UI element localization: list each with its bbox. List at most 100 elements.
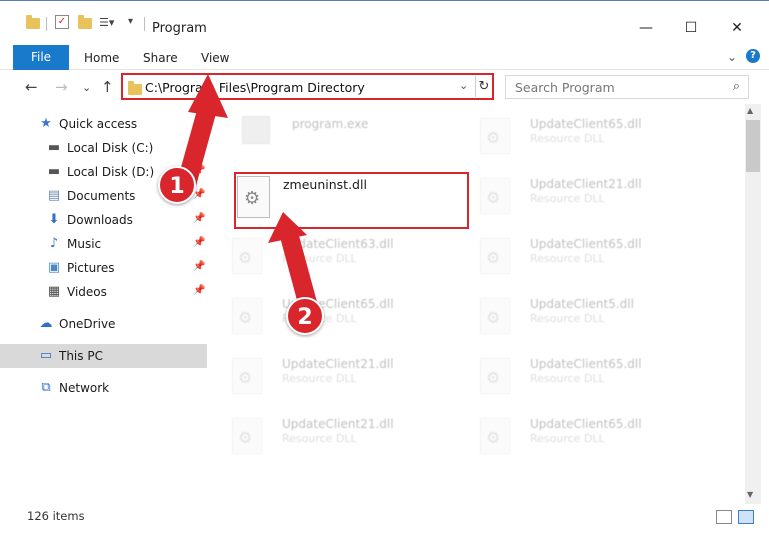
file-type: Resource DLL: [282, 252, 357, 265]
list-item[interactable]: program.exe: [212, 104, 450, 164]
list-item[interactable]: UpdateClient65.dll Resource DLL: [460, 344, 698, 404]
computer-icon: ▭: [39, 348, 53, 363]
sidebar-item-network[interactable]: ⧉ Network: [0, 376, 207, 400]
pin-icon[interactable]: 📌: [193, 141, 205, 152]
maximize-button[interactable]: ☐: [668, 13, 714, 43]
network-icon: ⧉: [41, 380, 51, 395]
chevron-down-icon[interactable]: ⌄: [459, 79, 468, 92]
pin-icon[interactable]: 📌: [193, 213, 205, 224]
dll-file-icon: [480, 298, 510, 334]
dll-file-icon: [232, 238, 262, 274]
large-icons-view-icon[interactable]: [738, 510, 754, 524]
properties-icon[interactable]: ✓: [55, 15, 69, 29]
search-placeholder: Search Program: [515, 80, 615, 95]
file-name: program.exe: [292, 117, 369, 131]
pictures-icon: ▣: [47, 260, 61, 275]
list-item[interactable]: UpdateClient21.dll Resource DLL: [460, 164, 698, 224]
drive-icon: ▬: [47, 140, 61, 155]
customize-toolbar-icon[interactable]: ☰▾: [99, 16, 114, 34]
up-button[interactable]: ↑: [101, 78, 114, 96]
navigation-pane: ★ Quick access ▬ Local Disk (C:) 📌 ▬ Loc…: [0, 104, 210, 504]
pin-icon[interactable]: 📌: [193, 165, 205, 176]
dll-file-icon: [480, 118, 510, 154]
target-file-name[interactable]: zmeuninst.dll: [283, 177, 367, 192]
file-type: Resource DLL: [530, 432, 605, 445]
search-icon[interactable]: ⌕: [733, 79, 740, 94]
list-item[interactable]: UpdateClient63.dll Resource DLL: [212, 224, 450, 284]
dll-file-icon[interactable]: [237, 176, 270, 218]
file-type: Resource DLL: [282, 432, 357, 445]
tab-home[interactable]: Home: [84, 51, 119, 65]
file-name: UpdateClient21.dll: [282, 357, 394, 371]
file-name: UpdateClient63.dll: [282, 237, 394, 251]
sidebar-item-videos[interactable]: ▦ Videos 📌: [0, 280, 207, 304]
list-item[interactable]: UpdateClient21.dll Resource DLL: [212, 404, 450, 464]
sidebar-item-music[interactable]: ♪ Music 📌: [0, 232, 207, 256]
pin-icon[interactable]: 📌: [193, 285, 205, 296]
folder-icon: [128, 81, 142, 95]
tab-share[interactable]: Share: [143, 51, 178, 65]
vertical-scrollbar[interactable]: ▲ ▼: [745, 104, 761, 504]
scroll-down-icon[interactable]: ▼: [747, 490, 753, 499]
file-type: Resource DLL: [530, 312, 605, 325]
music-icon: ♪: [49, 236, 59, 251]
chevron-down-icon[interactable]: ⌄: [727, 50, 737, 64]
dll-file-icon: [232, 418, 262, 454]
sidebar-item-downloads[interactable]: ⬇ Downloads 📌: [0, 208, 207, 232]
sidebar-item-label: Local Disk (D:): [67, 165, 155, 179]
status-bar: 126 items: [0, 504, 769, 536]
dll-file-icon: [480, 358, 510, 394]
divider: [46, 17, 47, 31]
file-name: UpdateClient21.dll: [282, 417, 394, 431]
sidebar-item-label: Downloads: [67, 213, 133, 227]
ribbon-tabs: File Home Share View ⌄ ?: [0, 42, 769, 70]
application-icon: [242, 116, 270, 144]
sidebar-item-onedrive[interactable]: ☁ OneDrive: [0, 312, 207, 336]
list-item[interactable]: UpdateClient65.dll Resource DLL: [460, 224, 698, 284]
scroll-up-icon[interactable]: ▲: [747, 106, 753, 115]
refresh-button[interactable]: ↻: [475, 76, 492, 97]
tab-file[interactable]: File: [13, 45, 69, 70]
sidebar-item-quick-access[interactable]: ★ Quick access: [0, 112, 207, 136]
details-view-icon[interactable]: [716, 510, 732, 524]
list-item[interactable]: UpdateClient65.dll Resource DLL: [460, 404, 698, 464]
forward-button[interactable]: →: [55, 78, 68, 96]
help-icon[interactable]: ?: [746, 49, 760, 63]
list-item[interactable]: UpdateClient5.dll Resource DLL: [460, 284, 698, 344]
sidebar-item-local-disk-c[interactable]: ▬ Local Disk (C:) 📌: [0, 136, 207, 160]
file-name: UpdateClient65.dll: [530, 417, 642, 431]
minimize-button[interactable]: —: [623, 13, 669, 43]
sidebar-item-pictures[interactable]: ▣ Pictures 📌: [0, 256, 207, 280]
file-name: UpdateClient65.dll: [530, 237, 642, 251]
download-icon: ⬇: [48, 212, 60, 227]
step-marker-2: 2: [286, 297, 324, 335]
sidebar-item-label: Local Disk (C:): [67, 141, 154, 155]
file-name: UpdateClient5.dll: [530, 297, 634, 311]
sidebar-item-label: This PC: [59, 349, 103, 363]
scroll-thumb[interactable]: [746, 120, 760, 172]
close-button[interactable]: ✕: [714, 13, 760, 43]
dll-file-icon: [480, 418, 510, 454]
pin-icon[interactable]: 📌: [193, 261, 205, 272]
videos-icon: ▦: [47, 284, 61, 299]
chevron-down-icon[interactable]: ▾: [128, 16, 133, 34]
sidebar-item-label: Pictures: [67, 261, 115, 275]
dll-file-icon: [480, 238, 510, 274]
list-item[interactable]: UpdateClient21.dll Resource DLL: [212, 344, 450, 404]
list-item[interactable]: UpdateClient65.dll Resource DLL: [460, 104, 698, 164]
documents-icon: ▤: [47, 188, 61, 203]
recent-locations-button[interactable]: ⌄: [82, 81, 91, 94]
list-item[interactable]: UpdateClient65.dll Resource DLL: [212, 284, 450, 344]
sidebar-item-label: Quick access: [59, 117, 138, 131]
sidebar-item-this-pc[interactable]: ▭ This PC: [0, 344, 207, 368]
address-bar[interactable]: C:\Program Files\Program Directory ⌄ ↻: [121, 73, 494, 100]
divider: [144, 17, 145, 31]
item-count: 126 items: [27, 509, 85, 523]
tab-view[interactable]: View: [201, 51, 229, 65]
address-path[interactable]: C:\Program Files\Program Directory: [145, 80, 365, 95]
back-button[interactable]: ←: [25, 78, 38, 96]
search-input[interactable]: Search Program ⌕: [505, 75, 749, 99]
step-marker-1: 1: [158, 166, 196, 204]
drive-icon: ▬: [47, 164, 61, 179]
pin-icon[interactable]: 📌: [193, 237, 205, 248]
